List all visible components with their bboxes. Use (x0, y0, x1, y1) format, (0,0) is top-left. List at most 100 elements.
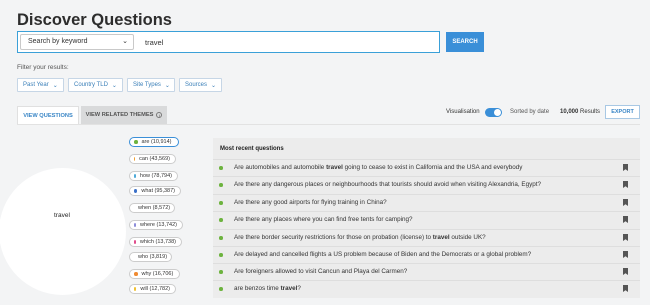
tab-view-questions[interactable]: VIEW QUESTIONS (17, 106, 79, 124)
color-dot-icon (134, 157, 136, 161)
pill-label: why (16,706) (141, 271, 174, 277)
question-text-part: ? (297, 285, 301, 292)
search-mode-label: Search by keyword (28, 38, 88, 45)
toggle-knob (494, 109, 501, 116)
chevron-down-icon: ⌄ (164, 82, 170, 89)
status-dot-icon (219, 236, 223, 240)
bookmark-icon[interactable] (623, 268, 628, 275)
question-row[interactable]: Are there any places where you can find … (213, 211, 640, 228)
color-dot-icon (134, 240, 136, 244)
question-text[interactable]: are benzos time travel? (234, 285, 301, 292)
sort-label[interactable]: Sorted by date (510, 109, 549, 115)
bookmark-icon[interactable] (623, 181, 628, 188)
visualisation-label: Visualisation (446, 109, 480, 115)
chevron-down-icon: ⌄ (122, 38, 128, 45)
question-text[interactable]: Are delayed and cancelled flights a US p… (234, 251, 531, 258)
question-row[interactable]: are benzos time travel? (213, 280, 640, 297)
question-text-part: Are foreigners allowed to visit Cancun a… (234, 268, 408, 275)
status-dot-icon (219, 166, 223, 170)
filter-country-tld[interactable]: Country TLD ⌄ (68, 78, 123, 92)
question-word-pill[interactable]: what (95,387) (129, 186, 181, 196)
question-text-part: Are there any places where you can find … (234, 216, 413, 223)
color-dot-icon (134, 189, 138, 193)
question-text-part: outside UK? (449, 234, 486, 241)
keyword-circle[interactable] (0, 168, 126, 295)
filter-sources[interactable]: Sources ⌄ (179, 78, 222, 92)
color-dot-icon (134, 140, 138, 144)
bookmark-icon[interactable] (623, 216, 628, 223)
tab-label: VIEW QUESTIONS (23, 112, 73, 119)
filter-label-text: Sources (185, 82, 208, 88)
question-text[interactable]: Are there border security restrictions f… (234, 234, 486, 241)
pill-label: can (43,569) (139, 156, 170, 162)
questions-header: Most recent questions (220, 146, 284, 152)
status-dot-icon (219, 218, 223, 222)
filter-past-year[interactable]: Past Year ⌄ (17, 78, 64, 92)
question-keyword: travel (432, 234, 450, 241)
question-row[interactable]: Are there any dangerous places or neighb… (213, 176, 640, 193)
color-dot-icon (134, 174, 136, 178)
search-mode-select[interactable]: Search by keyword ⌄ (20, 34, 134, 50)
bookmark-icon[interactable] (623, 234, 628, 241)
question-word-pill[interactable]: who (3,819) (129, 252, 172, 262)
question-word-pill[interactable]: will (12,782) (129, 284, 176, 294)
question-text-part: Are there border security restrictions f… (234, 234, 433, 241)
question-word-pill[interactable]: where (13,742) (129, 220, 183, 230)
question-keyword: travel (280, 285, 298, 292)
results-count: 10,000 Results (560, 109, 600, 115)
question-text[interactable]: Are automobiles and automobile travel go… (234, 164, 522, 171)
question-word-pill[interactable]: are (10,914) (129, 137, 179, 147)
visualisation-toggle[interactable] (485, 108, 502, 117)
tab-view-related-themes[interactable]: VIEW RELATED THEMES i (81, 106, 167, 124)
question-word-pill[interactable]: can (43,569) (129, 154, 176, 164)
pill-label: are (10,914) (141, 139, 172, 145)
search-bar: Search by keyword ⌄ travel (17, 31, 440, 53)
question-text-part: are benzos time (234, 285, 281, 292)
page-title: Discover Questions (17, 11, 172, 29)
pill-label: what (95,387) (141, 188, 175, 194)
question-text-part: Are automobiles and automobile (234, 164, 327, 171)
question-row[interactable]: Are delayed and cancelled flights a US p… (213, 246, 640, 263)
pill-label: who (3,819) (138, 254, 168, 260)
status-dot-icon (219, 183, 223, 187)
search-button[interactable]: SEARCH (446, 32, 484, 52)
status-dot-icon (219, 253, 223, 257)
question-keyword: travel (326, 164, 343, 171)
question-text-part: Are there any dangerous places or neighb… (234, 181, 541, 188)
color-dot-icon (134, 287, 137, 291)
results-number: 10,000 (560, 109, 579, 115)
question-text-part: Are delayed and cancelled flights a US p… (234, 251, 532, 258)
bookmark-icon[interactable] (623, 251, 628, 258)
question-word-pill[interactable]: which (13,738) (129, 237, 182, 247)
export-button[interactable]: EXPORT (605, 105, 640, 119)
color-dot-icon (134, 272, 138, 276)
question-text[interactable]: Are foreigners allowed to visit Cancun a… (234, 268, 407, 275)
question-text[interactable]: Are there any dangerous places or neighb… (234, 181, 541, 188)
bookmark-icon[interactable] (623, 164, 628, 171)
chevron-down-icon: ⌄ (52, 82, 58, 89)
filter-site-types[interactable]: Site Types ⌄ (127, 78, 175, 92)
question-row[interactable]: Are there border security restrictions f… (213, 229, 640, 246)
tab-divider (17, 124, 640, 125)
bookmark-icon[interactable] (623, 285, 628, 292)
info-icon[interactable]: i (156, 112, 163, 118)
question-word-pill[interactable]: why (16,706) (129, 269, 180, 279)
color-dot-icon (134, 223, 136, 227)
tab-label: VIEW RELATED THEMES (85, 112, 154, 118)
status-dot-icon (219, 201, 223, 205)
question-text[interactable]: Are there any places where you can find … (234, 216, 413, 223)
question-row[interactable]: Are foreigners allowed to visit Cancun a… (213, 263, 640, 280)
question-word-pill[interactable]: how (78,794) (129, 171, 178, 181)
question-row[interactable]: Are automobiles and automobile travel go… (213, 159, 640, 176)
question-word-pill[interactable]: when (8,572) (129, 203, 175, 213)
pill-label: will (12,782) (140, 286, 170, 292)
bookmark-icon[interactable] (623, 199, 628, 206)
question-row[interactable]: Are there any good airports for flying t… (213, 194, 640, 211)
chevron-down-icon: ⌄ (211, 82, 217, 89)
filter-label-text: Past Year (23, 82, 49, 88)
filter-label-text: Country TLD (74, 82, 108, 88)
results-label: Results (580, 109, 601, 115)
chevron-down-icon: ⌄ (111, 82, 117, 89)
question-text[interactable]: Are there any good airports for flying t… (234, 199, 387, 206)
search-input[interactable]: travel (145, 38, 163, 47)
